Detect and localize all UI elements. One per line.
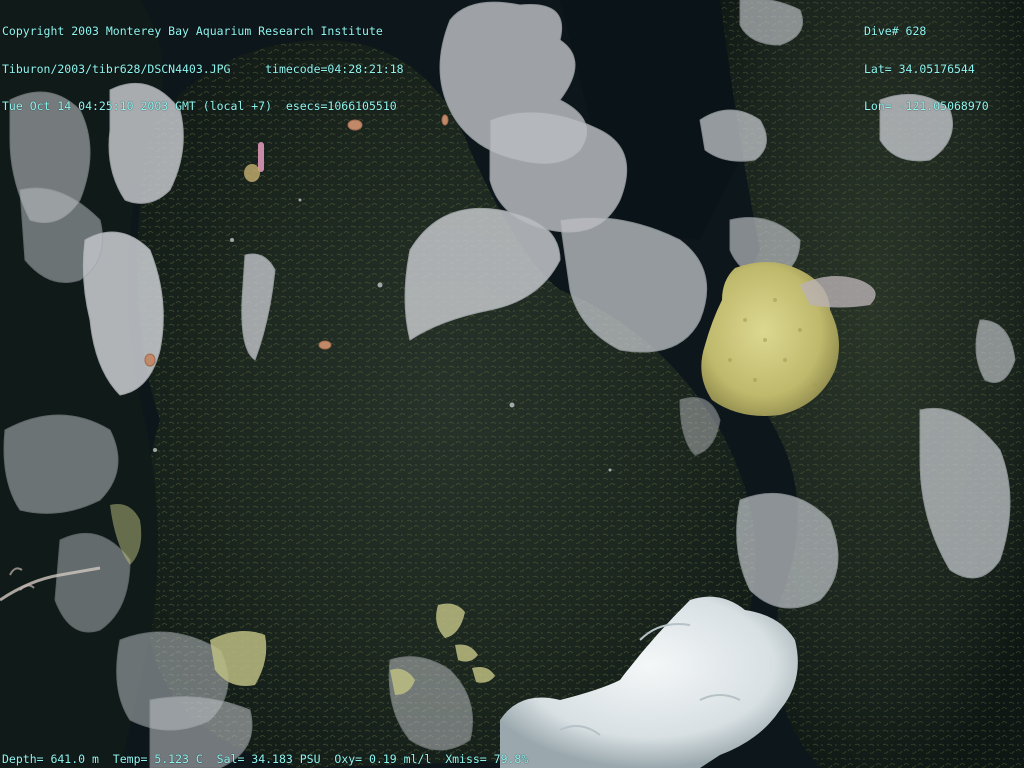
datetime-text: Tue Oct 14 04:25:10 2003 GMT (local +7) bbox=[2, 99, 273, 113]
dive-number: Dive# 628 bbox=[864, 24, 927, 38]
copyright-line: Copyright 2003 Monterey Bay Aquarium Res… bbox=[2, 25, 404, 38]
copyright-text: Copyright 2003 Monterey Bay Aquarium Res… bbox=[2, 24, 383, 38]
seafloor-photo: Copyright 2003 Monterey Bay Aquarium Res… bbox=[0, 0, 1024, 768]
header-left-overlay: Copyright 2003 Monterey Bay Aquarium Res… bbox=[2, 0, 404, 138]
esecs-text: esecs=1066105510 bbox=[285, 99, 397, 113]
timecode-text: timecode=04:28:21:18 bbox=[265, 61, 404, 76]
datetime-line: Tue Oct 14 04:25:10 2003 GMT (local +7) … bbox=[2, 100, 404, 113]
longitude-readout: Lon= -121.05068970 bbox=[864, 99, 989, 113]
depth-readout: Depth= 641.0 m bbox=[2, 752, 99, 766]
header-right-overlay: Dive# 628 Lat= 34.05176544 Lon= -121.050… bbox=[864, 0, 989, 138]
sensor-readout-bar: Depth= 641.0 m Temp= 5.123 C Sal= 34.183… bbox=[2, 753, 528, 766]
file-line: Tiburon/2003/tibr628/DSCN4403.JPG timeco… bbox=[2, 61, 404, 76]
oxygen-readout: Oxy= 0.19 ml/l bbox=[334, 752, 432, 766]
temp-readout: Temp= 5.123 C bbox=[112, 752, 203, 766]
transmission-readout: Xmiss= 79.8% bbox=[445, 752, 529, 766]
file-path-text: Tiburon/2003/tibr628/DSCN4403.JPG bbox=[2, 61, 231, 76]
salinity-readout: Sal= 34.183 PSU bbox=[216, 752, 321, 766]
latitude-readout: Lat= 34.05176544 bbox=[864, 61, 975, 76]
anemone bbox=[258, 142, 264, 172]
